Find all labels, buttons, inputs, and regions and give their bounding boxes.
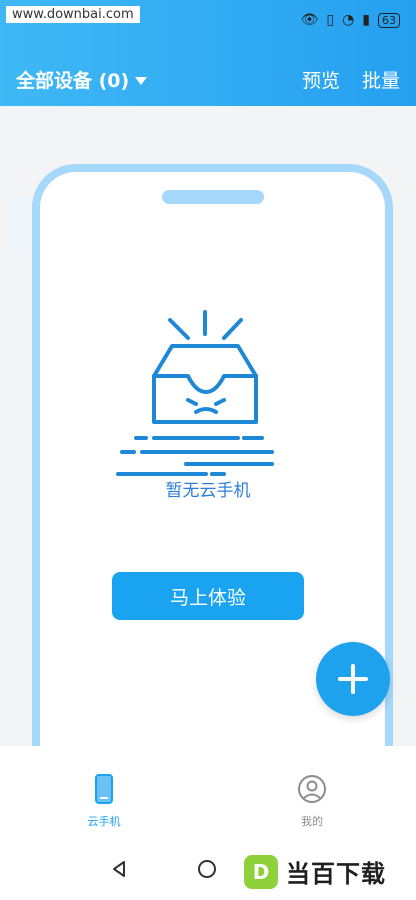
eye-icon: 👁 xyxy=(300,12,319,28)
brand-text: 当百下载 xyxy=(286,860,386,888)
device-filter-dropdown[interactable]: 全部设备 (0) xyxy=(16,66,148,93)
tab-me[interactable]: 我的 xyxy=(272,774,352,829)
top-bar: www.downbai.com 👁 ▯ ◔ ▮ 63 全部设备 (0) 预览 批… xyxy=(0,0,416,106)
empty-state-text: 暂无云手机 xyxy=(165,481,251,501)
battery-indicator: 63 xyxy=(378,12,400,28)
add-device-fab[interactable] xyxy=(316,642,390,716)
status-icons: 👁 ▯ ◔ ▮ 63 xyxy=(301,12,400,28)
signal-icon: ▮ xyxy=(362,12,370,28)
phone-icon xyxy=(95,774,113,804)
tab-cloud-phone[interactable]: 云手机 xyxy=(64,774,144,829)
vibrate-icon: ▯ xyxy=(326,12,335,28)
chevron-down-icon xyxy=(135,76,148,85)
bottom-navigation: 云手机 我的 xyxy=(0,746,416,840)
brand-logo-icon: D xyxy=(244,854,278,889)
system-navigation-bar: D 当百下载 xyxy=(0,840,416,900)
preview-button[interactable]: 预览 xyxy=(302,66,340,93)
back-triangle-icon[interactable] xyxy=(110,860,128,878)
header-actions: 预览 批量 xyxy=(302,66,400,93)
brand-watermark: D 当百下载 xyxy=(244,854,386,889)
user-circle-icon xyxy=(298,775,326,803)
tab-label: 云手机 xyxy=(87,815,121,828)
wifi-icon: ◔ xyxy=(342,12,355,28)
tab-label: 我的 xyxy=(301,815,323,828)
device-title: 全部设备 (0) xyxy=(16,70,130,92)
watermark: www.downbai.com xyxy=(6,6,140,23)
try-now-button[interactable]: 马上体验 xyxy=(112,572,304,620)
empty-box-illustration xyxy=(116,310,274,476)
batch-button[interactable]: 批量 xyxy=(362,66,400,93)
home-circle-icon[interactable] xyxy=(196,858,218,880)
header-row: 全部设备 (0) 预览 批量 xyxy=(16,66,400,93)
phone-notch xyxy=(162,190,264,204)
plus-icon xyxy=(338,664,368,694)
